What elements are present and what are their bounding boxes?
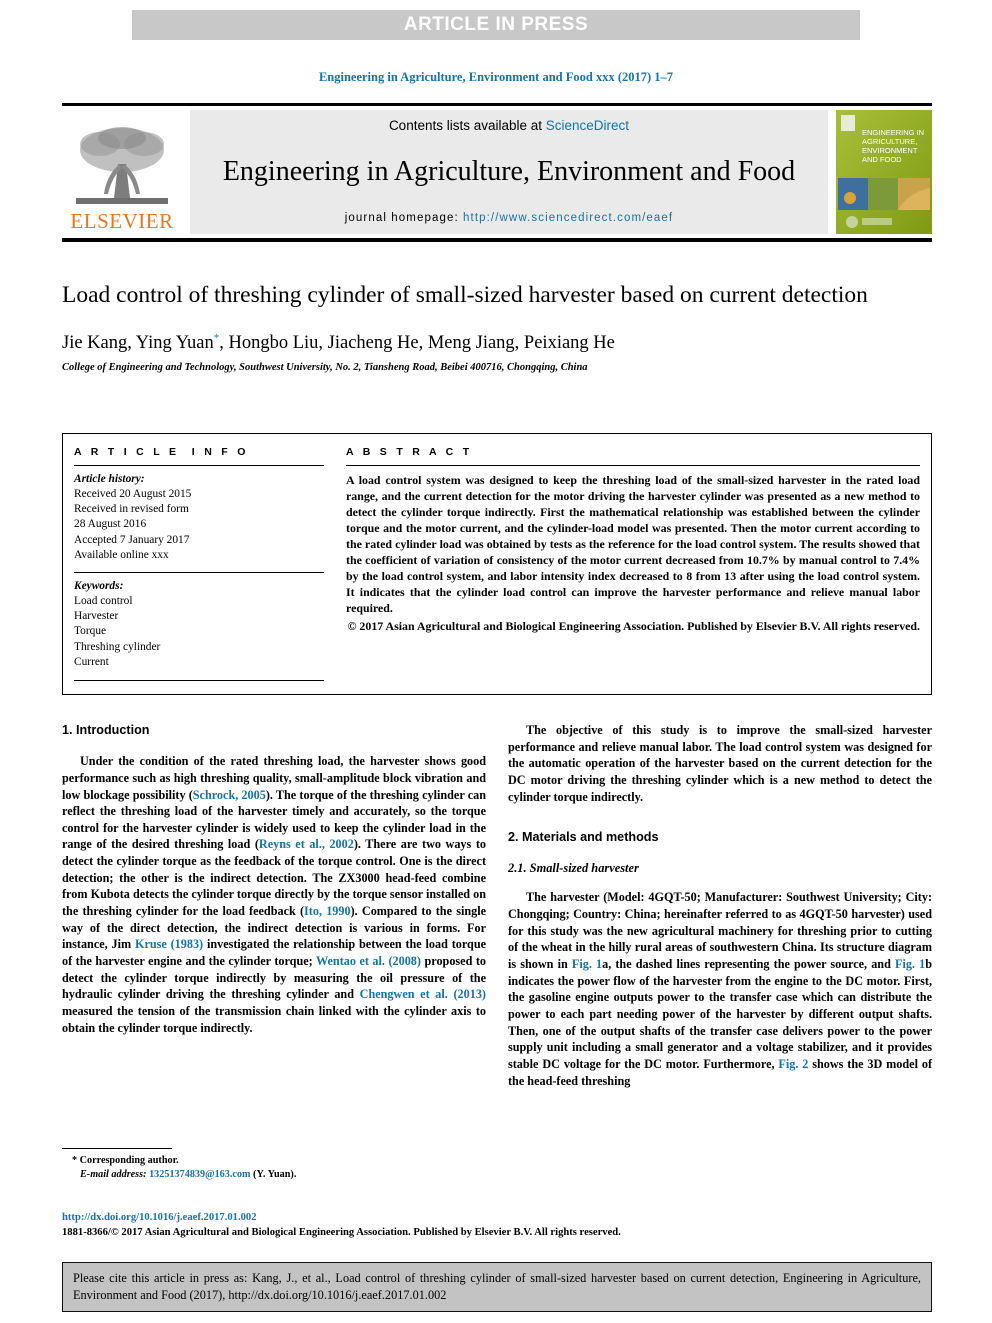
intro-text-g: measured the tension of the transmission… xyxy=(62,1004,486,1035)
article-history: Article history: Received 20 August 2015… xyxy=(74,472,324,563)
keywords-label: Keywords: xyxy=(74,579,124,592)
author-list: Jie Kang, Ying Yuan*, Hongbo Liu, Jiache… xyxy=(62,332,932,354)
footnote-marker: * xyxy=(72,1155,78,1166)
citation-link[interactable]: Kruse (1983) xyxy=(135,937,203,951)
email-note: E-mail address: 13251374839@163.com (Y. … xyxy=(62,1168,486,1182)
article-in-press-label: ARTICLE IN PRESS xyxy=(403,14,589,35)
info-top-rule xyxy=(62,433,932,434)
keywords-top-rule xyxy=(74,571,324,573)
authors-rest: , Hongbo Liu, Jiacheng He, Meng Jiang, P… xyxy=(219,333,615,354)
history-line: Received in revised form xyxy=(74,503,189,516)
abstract-heading: A B S T R A C T xyxy=(346,446,473,458)
sciencedirect-link[interactable]: ScienceDirect xyxy=(546,118,629,133)
keyword-item: Torque xyxy=(74,625,107,638)
page-title: Load control of threshing cylinder of sm… xyxy=(62,282,868,308)
homepage-prefix: journal homepage: xyxy=(344,211,464,224)
corresponding-author-text: Corresponding author. xyxy=(79,1155,179,1166)
cite-this-article-box: Please cite this article in press as: Ka… xyxy=(62,1262,932,1312)
issn-copyright-line: 1881-8366/© 2017 Asian Agricultural and … xyxy=(62,1227,621,1239)
journal-cover-thumbnail: ENGINEERING IN AGRICULTURE, ENVIRONMENT … xyxy=(836,110,932,234)
history-line: Accepted 7 January 2017 xyxy=(74,533,190,546)
citation-link[interactable]: Reyns et al., 2002 xyxy=(259,837,354,851)
email-link[interactable]: 13251374839@163.com xyxy=(149,1169,250,1180)
contents-prefix: Contents lists available at xyxy=(388,118,546,133)
article-history-label: Article history: xyxy=(74,473,145,485)
body-column-right: The objective of this study is to improv… xyxy=(508,722,932,1089)
paragraph-objective-2: The objective of this study is to improv… xyxy=(508,723,932,804)
citation-link[interactable]: Wentao et al. (2008) xyxy=(316,954,421,968)
title-block: Load control of threshing cylinder of sm… xyxy=(62,280,932,373)
section-heading-materials: 2. Materials and methods xyxy=(508,830,659,845)
citation-link[interactable]: Ito, 1990 xyxy=(304,904,351,918)
article-info-rule xyxy=(74,465,324,466)
figure-link[interactable]: Fig. 1 xyxy=(572,957,602,971)
svg-text:ENGINEERING IN: ENGINEERING IN xyxy=(862,128,924,137)
svg-text:ENVIRONMENT: ENVIRONMENT xyxy=(862,146,918,155)
corresponding-author-note: * Corresponding author. xyxy=(62,1154,486,1168)
authors-first: Jie Kang, Ying Yuan xyxy=(62,333,214,354)
abstract-rule xyxy=(346,465,920,466)
elsevier-logo: ELSEVIER xyxy=(62,110,182,234)
masthead-center: Contents lists available at ScienceDirec… xyxy=(190,110,828,234)
keyword-item: Load control xyxy=(74,595,133,608)
history-line: 28 August 2016 xyxy=(74,518,147,531)
info-right-rule xyxy=(931,433,932,695)
article-info-section: A R T I C L E I N F O Article history: R… xyxy=(74,446,324,681)
keyword-item: Harvester xyxy=(74,610,119,623)
citation-link[interactable]: Chengwen et al. (2013) xyxy=(360,987,486,1001)
abstract-copyright: © 2017 Asian Agricultural and Biological… xyxy=(347,619,920,633)
svg-text:AND FOOD: AND FOOD xyxy=(862,155,902,164)
footnote-rule xyxy=(62,1148,172,1149)
keyword-item: Current xyxy=(74,655,109,668)
footnote-block: * Corresponding author. E-mail address: … xyxy=(62,1148,486,1183)
figure-link[interactable]: Fig. 1 xyxy=(895,957,925,971)
harvester-text-c: b indicates the power flow of the harves… xyxy=(508,957,932,1071)
elsevier-wordmark: ELSEVIER xyxy=(70,209,174,233)
article-info-heading: A R T I C L E I N F O xyxy=(74,446,249,458)
doi-link[interactable]: http://dx.doi.org/10.1016/j.eaef.2017.01… xyxy=(62,1212,257,1223)
contents-available-line: Contents lists available at ScienceDirec… xyxy=(389,118,629,133)
keywords-block: Keywords: Load control Harvester Torque … xyxy=(74,579,324,670)
doi-block: http://dx.doi.org/10.1016/j.eaef.2017.01… xyxy=(62,1210,932,1241)
journal-masthead: ELSEVIER Contents lists available at Sci… xyxy=(62,103,932,242)
section-heading-introduction: 1. Introduction xyxy=(62,723,150,737)
email-label: E-mail address: xyxy=(80,1169,147,1181)
body-column-left: 1. Introduction Under the condition of t… xyxy=(62,722,486,1036)
svg-text:AGRICULTURE,: AGRICULTURE, xyxy=(862,137,917,146)
affiliation: College of Engineering and Technology, S… xyxy=(62,362,588,374)
info-bottom-rule xyxy=(62,694,932,695)
subsection-heading-harvester: 2.1. Small-sized harvester xyxy=(508,861,639,876)
abstract-section: A B S T R A C T A load control system wa… xyxy=(346,446,920,634)
elsevier-tree-icon xyxy=(76,127,168,204)
figure-link[interactable]: Fig. 2 xyxy=(778,1057,808,1071)
email-suffix: (Y. Yuan). xyxy=(253,1169,297,1181)
running-head: Engineering in Agriculture, Environment … xyxy=(318,70,674,84)
journal-cover-image: ENGINEERING IN AGRICULTURE, ENVIRONMENT … xyxy=(836,110,932,234)
article-in-press-banner: ARTICLE IN PRESS xyxy=(132,10,860,40)
journal-homepage-line: journal homepage: http://www.sciencedire… xyxy=(345,212,673,224)
history-line: Available online xxx xyxy=(74,548,169,561)
history-line: Received 20 August 2015 xyxy=(74,488,192,501)
paragraph-harvester: The harvester (Model: 4GQT-50; Manufactu… xyxy=(508,889,932,1089)
citation-link[interactable]: Schrock, 2005 xyxy=(193,788,266,802)
journal-homepage-link[interactable]: http://www.sciencedirect.com/eaef xyxy=(463,212,673,224)
keyword-item: Threshing cylinder xyxy=(74,640,161,653)
paragraph-intro: Under the condition of the rated threshi… xyxy=(62,753,486,1036)
keywords-bottom-rule xyxy=(74,679,324,681)
abstract-body: A load control system was designed to ke… xyxy=(346,473,920,615)
journal-title: Engineering in Agriculture, Environment … xyxy=(222,156,796,188)
info-left-rule xyxy=(62,433,63,695)
harvester-text-b: a, the dashed lines representing the pow… xyxy=(602,957,895,972)
